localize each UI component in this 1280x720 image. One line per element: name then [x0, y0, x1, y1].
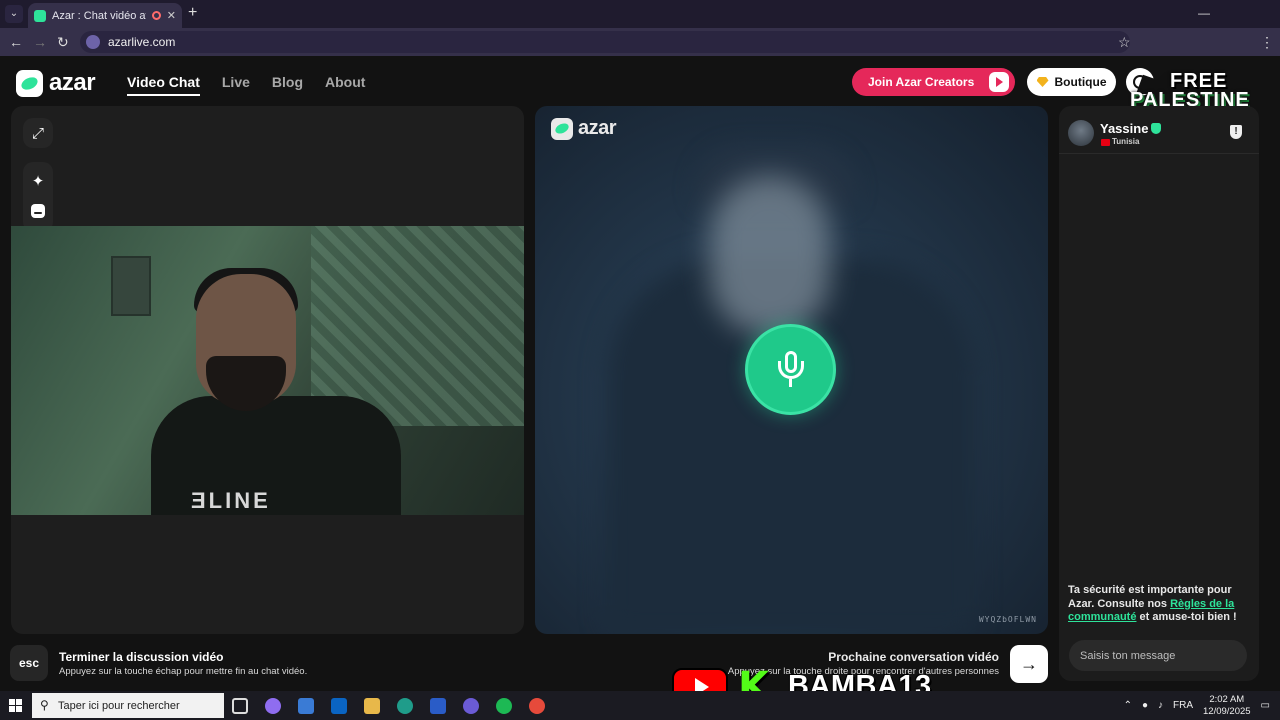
copilot-icon[interactable] — [265, 698, 281, 714]
arrow-right-icon: → — [1020, 653, 1038, 674]
back-icon[interactable]: ← — [9, 34, 23, 50]
main-nav: Video Chat Live Blog About — [127, 74, 365, 96]
nav-about[interactable]: About — [325, 74, 365, 96]
search-icon: ⚲ — [40, 698, 49, 712]
nav-blog[interactable]: Blog — [272, 74, 303, 96]
azar-favicon-icon — [34, 9, 46, 22]
nav-live[interactable]: Live — [222, 74, 250, 96]
safety-notice: Ta sécurité est importante pour Azar. Co… — [1068, 584, 1253, 625]
taskbar-clock[interactable]: 2:02 AM 12/09/2025 — [1203, 694, 1251, 718]
task-view-icon[interactable] — [232, 698, 248, 714]
taskbar-search[interactable]: ⚲ Taper ici pour rechercher — [32, 693, 224, 718]
safety-text-suffix: et amuse-toi bien ! — [1136, 611, 1237, 623]
windows-start-icon[interactable] — [9, 699, 22, 712]
clock-date: 12/09/2025 — [1203, 705, 1251, 717]
browser-menu-icon[interactable]: ⋮ — [1260, 34, 1274, 51]
bookmark-star-icon[interactable]: ☆ — [1118, 34, 1131, 51]
chevron-up-icon[interactable]: ⌃ — [1124, 700, 1132, 711]
clock-time: 2:02 AM — [1209, 693, 1245, 705]
microphone-icon — [777, 350, 804, 389]
self-camera-feed: ƎLINE — [11, 226, 524, 515]
forward-icon[interactable]: → — [33, 34, 47, 50]
partner-country: Tunisia — [1112, 137, 1140, 146]
face-filter-icon[interactable] — [23, 196, 53, 226]
mic-tray-icon[interactable]: ● — [1142, 700, 1148, 711]
chat-panel: Yassine Tunisia ! Ta sécurité est import… — [1059, 106, 1259, 681]
expand-icon: ⤢ — [31, 124, 44, 142]
notifications-icon[interactable]: ▭ — [1261, 700, 1270, 711]
chat-message-input[interactable] — [1069, 640, 1247, 671]
browser-tab-bar: ⌄ Azar : Chat vidéo avec de n ✕ + — — [0, 0, 1280, 28]
partner-logo-text: azar — [578, 117, 617, 139]
system-tray: ⌃ ● ♪ FRA 2:02 AM 12/09/2025 ▭ — [1124, 691, 1270, 720]
self-video-panel: ⤢ ✦ ƎLINE — [11, 106, 524, 634]
minimize-icon[interactable]: — — [1198, 6, 1210, 20]
browser-toolbar: ← → ↻ azarlive.com ☆ ⋮ — [0, 28, 1280, 56]
file-explorer-icon[interactable] — [364, 698, 380, 714]
partner-name: Yassine — [1100, 121, 1149, 136]
outlook-icon[interactable] — [331, 698, 347, 714]
end-chat-description: Appuyez sur la touche échap pour mettre … — [59, 666, 308, 677]
azar-page: azar Video Chat Live Blog About Join Aza… — [0, 56, 1280, 691]
partner-video-panel: azar WYQZbOFLWN — [535, 106, 1048, 634]
report-shield-icon[interactable]: ! — [1230, 125, 1242, 139]
diamond-icon — [1036, 77, 1049, 87]
site-info-icon[interactable] — [86, 35, 100, 49]
nav-video-chat[interactable]: Video Chat — [127, 74, 200, 96]
windows-taskbar: ⚲ Taper ici pour rechercher ⌃ ● ♪ FRA 2:… — [0, 691, 1280, 720]
end-chat-title: Terminer la discussion vidéo — [59, 650, 224, 664]
sparkle-effects-icon[interactable]: ✦ — [23, 166, 53, 196]
logo-text: azar — [49, 69, 96, 96]
shirt-text: ƎLINE — [191, 488, 271, 513]
boutique-label: Boutique — [1054, 75, 1107, 89]
recording-icon — [151, 11, 161, 20]
chrome-icon[interactable] — [529, 698, 545, 714]
language-indicator[interactable]: FRA — [1173, 700, 1193, 711]
azar-logo-icon — [16, 69, 43, 97]
chat-header: Yassine Tunisia ! — [1059, 106, 1259, 154]
verified-badge-icon — [1151, 123, 1161, 134]
play-icon — [989, 72, 1009, 92]
tunisia-flag-icon — [1101, 139, 1110, 146]
url-text: azarlive.com — [108, 35, 176, 49]
address-bar[interactable]: azarlive.com — [80, 31, 1130, 53]
join-creators-label: Join Azar Creators — [868, 75, 975, 89]
edge-icon[interactable] — [397, 698, 413, 714]
partner-azar-logo: azar — [551, 117, 617, 140]
next-chat-button[interactable]: → — [1010, 645, 1048, 683]
video-watermark: WYQZbOFLWN — [978, 615, 1037, 624]
effects-toolbar: ✦ — [23, 162, 53, 232]
taskbar-search-placeholder: Taper ici pour rechercher — [58, 699, 180, 712]
partner-avatar[interactable] — [1068, 120, 1094, 146]
azar-logo-icon — [551, 117, 573, 140]
tab-search-button[interactable]: ⌄ — [5, 5, 23, 23]
microphone-button[interactable] — [745, 324, 836, 415]
reload-icon[interactable]: ↻ — [57, 34, 69, 51]
end-chat-button[interactable]: esc — [10, 645, 48, 681]
tab-title: Azar : Chat vidéo avec de n — [52, 9, 146, 22]
join-creators-button[interactable]: Join Azar Creators — [852, 68, 1015, 96]
close-tab-icon[interactable]: ✕ — [167, 9, 176, 22]
boutique-button[interactable]: Boutique — [1027, 68, 1116, 96]
app-icon[interactable] — [430, 698, 446, 714]
store-icon[interactable] — [298, 698, 314, 714]
discord-icon[interactable] — [463, 698, 479, 714]
expand-button[interactable]: ⤢ — [23, 118, 53, 148]
browser-tab[interactable]: Azar : Chat vidéo avec de n ✕ — [28, 3, 182, 28]
spotify-icon[interactable] — [496, 698, 512, 714]
azar-logo[interactable]: azar — [16, 69, 96, 97]
volume-icon[interactable]: ♪ — [1158, 700, 1163, 711]
new-tab-button[interactable]: + — [188, 4, 197, 22]
